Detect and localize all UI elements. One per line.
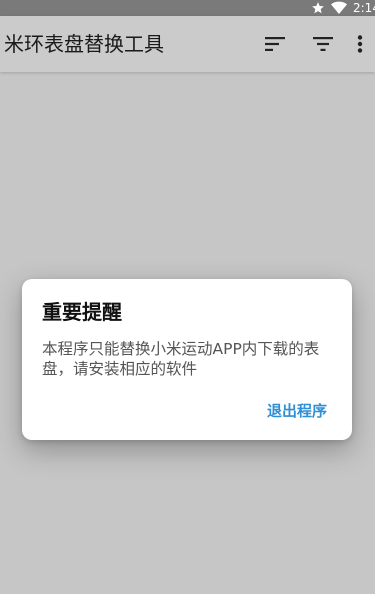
exit-program-button[interactable]: 退出程序	[258, 395, 336, 427]
app-screen: 2:14 米环表盘替换工具	[0, 0, 375, 594]
alert-dialog: 重要提醒 本程序只能替换小米运动APP内下载的表盘，请安装相应的软件 退出程序	[22, 279, 352, 440]
dialog-message: 本程序只能替换小米运动APP内下载的表盘，请安装相应的软件	[42, 340, 320, 378]
filter-icon	[313, 37, 333, 51]
dialog-title: 重要提醒	[42, 300, 122, 324]
status-icons: 2:14	[311, 0, 375, 16]
wifi-icon	[331, 1, 347, 15]
app-bar: 米环表盘替换工具	[0, 16, 375, 72]
filter-button[interactable]	[303, 16, 343, 72]
star-icon	[311, 1, 325, 15]
more-vert-icon	[357, 35, 363, 53]
sort-button[interactable]	[255, 16, 295, 72]
more-options-button[interactable]	[345, 16, 375, 72]
sort-icon	[265, 37, 285, 51]
status-bar: 2:14	[0, 0, 375, 16]
app-title: 米环表盘替换工具	[4, 32, 164, 56]
status-time: 2:14	[353, 1, 375, 15]
